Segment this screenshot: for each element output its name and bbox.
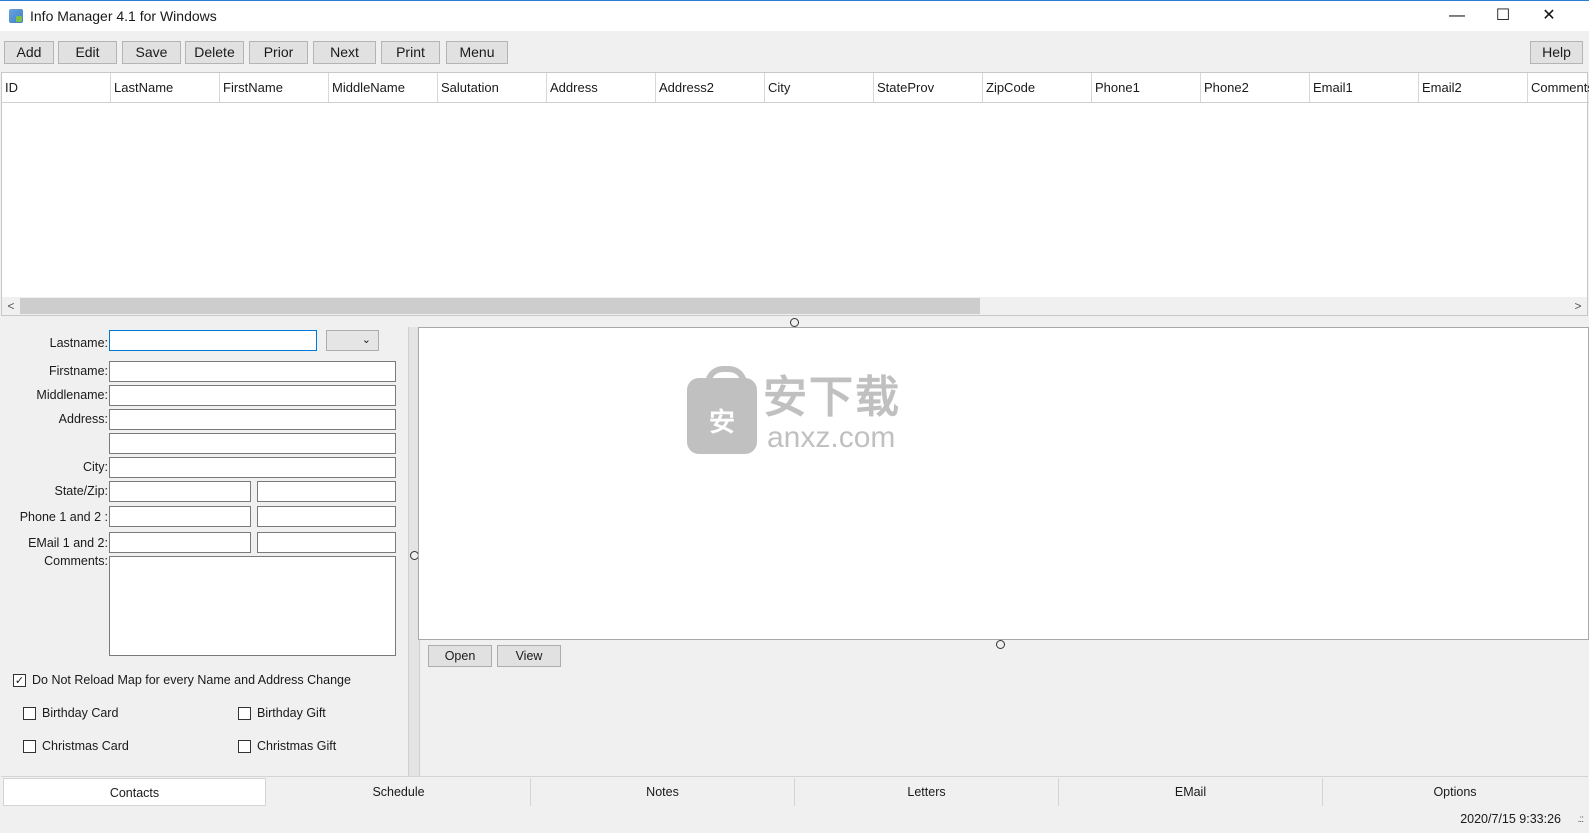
window-title: Info Manager 4.1 for Windows: [30, 8, 217, 24]
watermark-logo: 安 安下载 anxz.com: [687, 366, 907, 456]
column-header-firstname[interactable]: FirstName: [220, 73, 329, 102]
column-header-email2[interactable]: Email2: [1419, 73, 1528, 102]
no-reload-map-checkbox[interactable]: ✓: [13, 674, 26, 687]
print-button[interactable]: Print: [381, 41, 440, 64]
zip-input[interactable]: [257, 481, 396, 502]
help-button[interactable]: Help: [1530, 41, 1583, 64]
scroll-left-icon[interactable]: <: [3, 297, 19, 315]
phone1-input[interactable]: [109, 506, 251, 527]
scrollbar-thumb[interactable]: [20, 298, 980, 314]
save-button[interactable]: Save: [122, 41, 181, 64]
resize-grip-icon[interactable]: .::: [1578, 814, 1584, 825]
tab-notes[interactable]: Notes: [531, 778, 795, 806]
edit-button[interactable]: Edit: [58, 41, 117, 64]
tab-letters[interactable]: Letters: [795, 778, 1059, 806]
birthday-card-label[interactable]: Birthday Card: [42, 705, 118, 721]
map-panel[interactable]: 安 安下载 anxz.com: [418, 327, 1589, 640]
tab-contacts[interactable]: Contacts: [3, 778, 266, 806]
birthday-gift-label[interactable]: Birthday Gift: [257, 705, 326, 721]
map-splitter-grip[interactable]: [996, 640, 1005, 649]
no-reload-map-label[interactable]: Do Not Reload Map for every Name and Add…: [32, 672, 351, 688]
christmas-gift-label[interactable]: Christmas Gift: [257, 738, 336, 754]
state-zip-label: State/Zip:: [54, 484, 109, 498]
add-button[interactable]: Add: [4, 41, 54, 64]
close-button[interactable]: ✕: [1526, 1, 1572, 32]
phone-label: Phone 1 and 2 :: [19, 510, 108, 524]
birthday-card-checkbox[interactable]: [23, 707, 36, 720]
city-input[interactable]: [109, 457, 396, 478]
view-button[interactable]: View: [497, 645, 561, 667]
firstname-input[interactable]: [109, 361, 396, 382]
scroll-right-icon[interactable]: >: [1570, 297, 1586, 315]
christmas-card-label[interactable]: Christmas Card: [42, 738, 129, 754]
tab-options[interactable]: Options: [1323, 778, 1587, 806]
column-header-id[interactable]: ID: [2, 73, 111, 102]
watermark-bag-glyph: 安: [708, 407, 735, 437]
status-bar: 2020/7/15 9:33:26 .::: [0, 806, 1589, 833]
email1-input[interactable]: [109, 532, 251, 553]
phone2-input[interactable]: [257, 506, 396, 527]
city-label: City:: [83, 460, 108, 474]
column-header-stateprov[interactable]: StateProv: [874, 73, 983, 102]
lastname-input[interactable]: [109, 330, 317, 351]
bottom-tab-bar: Contacts Schedule Notes Letters EMail Op…: [1, 776, 1588, 806]
app-icon: [9, 9, 23, 23]
column-header-salutation[interactable]: Salutation: [438, 73, 547, 102]
email-label: EMail 1 and 2:: [28, 536, 108, 550]
comments-label: Comments:: [44, 554, 108, 568]
firstname-label: Firstname:: [48, 364, 108, 378]
column-header-address2[interactable]: Address2: [656, 73, 765, 102]
chevron-down-icon: ⌄: [361, 334, 371, 346]
watermark-chinese-text: 安下载: [763, 373, 901, 422]
column-header-lastname[interactable]: LastName: [111, 73, 220, 102]
menu-button[interactable]: Menu: [446, 41, 508, 64]
horizontal-scrollbar[interactable]: < >: [2, 297, 1587, 315]
address-label: Address:: [58, 412, 108, 426]
column-header-comments[interactable]: Comments: [1528, 73, 1589, 102]
comments-textarea[interactable]: [109, 556, 396, 656]
email2-input[interactable]: [257, 532, 396, 553]
next-button[interactable]: Next: [313, 41, 376, 64]
shopping-bag-icon: 安: [687, 366, 757, 454]
birthday-gift-checkbox[interactable]: [238, 707, 251, 720]
tab-schedule[interactable]: Schedule: [267, 778, 531, 806]
minimize-button[interactable]: —: [1434, 1, 1480, 32]
grid-header: ID LastName FirstName MiddleName Salutat…: [2, 73, 1589, 103]
lastname-label: Lastname:: [49, 336, 108, 350]
address-input[interactable]: [109, 409, 396, 430]
address2-input[interactable]: [109, 433, 396, 454]
horizontal-splitter-grip[interactable]: [790, 318, 799, 327]
maximize-button[interactable]: ☐: [1480, 1, 1526, 32]
tab-email[interactable]: EMail: [1059, 778, 1323, 806]
christmas-card-checkbox[interactable]: [23, 740, 36, 753]
column-header-address[interactable]: Address: [547, 73, 656, 102]
column-header-city[interactable]: City: [765, 73, 874, 102]
column-header-phone1[interactable]: Phone1: [1092, 73, 1201, 102]
christmas-gift-checkbox[interactable]: [238, 740, 251, 753]
column-header-email1[interactable]: Email1: [1310, 73, 1419, 102]
delete-button[interactable]: Delete: [185, 41, 244, 64]
status-datetime: 2020/7/15 9:33:26: [1460, 812, 1561, 826]
column-header-zipcode[interactable]: ZipCode: [983, 73, 1092, 102]
lastname-search-dropdown[interactable]: ⌄: [326, 330, 379, 351]
column-header-middlename[interactable]: MiddleName: [329, 73, 438, 102]
column-header-phone2[interactable]: Phone2: [1201, 73, 1310, 102]
prior-button[interactable]: Prior: [249, 41, 308, 64]
contacts-grid[interactable]: ID LastName FirstName MiddleName Salutat…: [1, 72, 1589, 316]
title-bar: Info Manager 4.1 for Windows — ☐ ✕: [0, 0, 1589, 31]
state-input[interactable]: [109, 481, 251, 502]
watermark-url-text: anxz.com: [767, 421, 896, 454]
middlename-input[interactable]: [109, 385, 396, 406]
open-button[interactable]: Open: [428, 645, 492, 667]
middlename-label: Middlename:: [36, 388, 108, 402]
